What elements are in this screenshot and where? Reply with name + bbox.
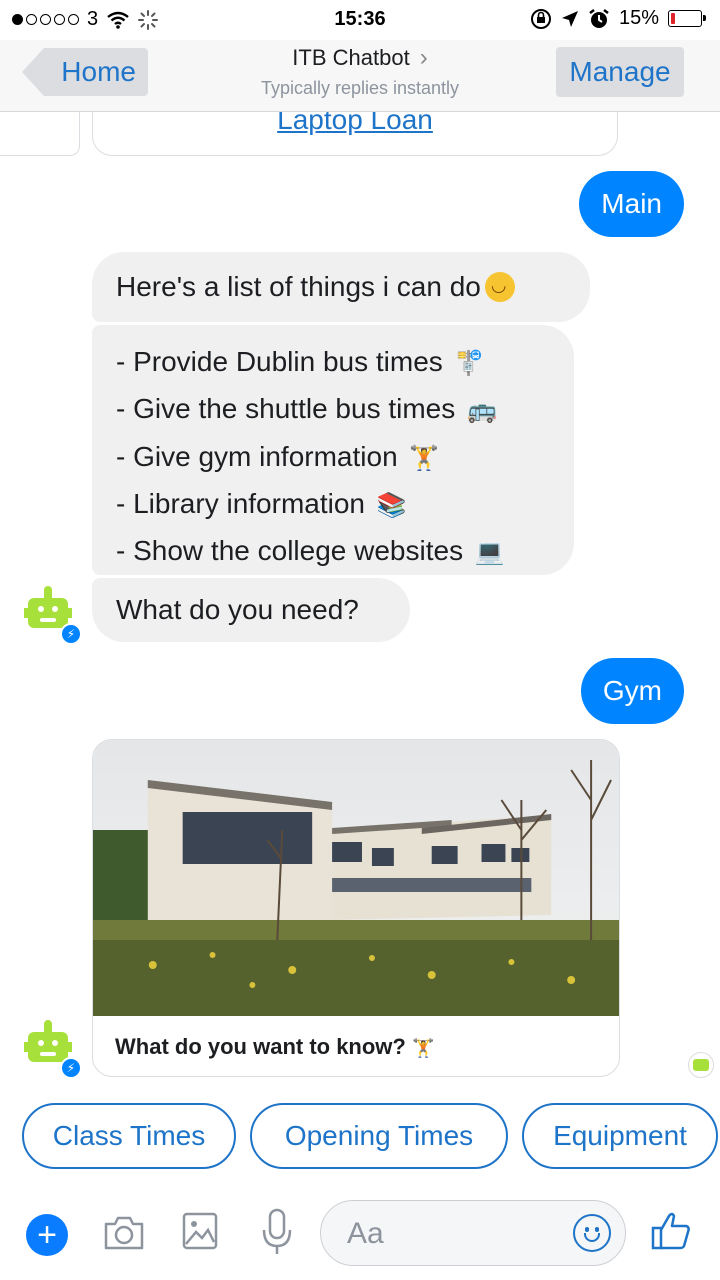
user-message-main: Main bbox=[579, 171, 684, 237]
list-item: - Show the college websites 💻 bbox=[116, 528, 550, 575]
composer: + Aa bbox=[0, 1190, 720, 1280]
gym-card-caption: What do you want to know? 🏋 bbox=[93, 1016, 619, 1076]
seen-indicator-avatar bbox=[688, 1052, 714, 1078]
chat-header: Home ITB Chatbot › Typically replies ins… bbox=[0, 40, 720, 112]
battery-icon bbox=[668, 10, 706, 27]
quick-reply-equipment[interactable]: Equipment bbox=[522, 1103, 718, 1169]
battery-level-fill bbox=[671, 13, 676, 24]
location-icon bbox=[561, 10, 578, 27]
conversation-title-block[interactable]: ITB Chatbot › Typically replies instantl… bbox=[200, 44, 520, 99]
previous-card: Laptop Loan bbox=[92, 112, 618, 156]
laptop-loan-link[interactable]: Laptop Loan bbox=[93, 112, 617, 136]
conversation-subtitle: Typically replies instantly bbox=[260, 78, 460, 98]
status-bar: 3 15:36 15% bbox=[0, 0, 720, 40]
microphone-icon[interactable] bbox=[260, 1208, 294, 1256]
gym-card[interactable]: What do you want to know? 🏋 bbox=[92, 739, 620, 1077]
status-right: 15% bbox=[530, 7, 706, 30]
list-item-text: - Library information bbox=[116, 488, 365, 520]
list-item-text: - Show the college websites bbox=[116, 535, 464, 567]
thumbs-up-icon[interactable] bbox=[650, 1210, 692, 1252]
bot-intro-text: Here's a list of things i can do bbox=[116, 271, 481, 302]
plus-icon[interactable]: + bbox=[26, 1214, 68, 1256]
computer-emoji-icon: 💻 bbox=[474, 539, 505, 567]
camera-icon[interactable] bbox=[102, 1212, 146, 1252]
bot-message-list: - Provide Dublin bus times 🚏 - Give the … bbox=[92, 325, 574, 575]
manage-button[interactable]: Manage bbox=[556, 47, 684, 97]
list-item-text: - Provide Dublin bus times bbox=[116, 346, 443, 377]
list-item: - Give the shuttle bus times 🚌 bbox=[116, 386, 550, 433]
messenger-badge-icon: ⚡ bbox=[60, 623, 82, 645]
bot-question-text: What do you need? bbox=[116, 594, 359, 625]
list-item-text: - Give the shuttle bus times bbox=[116, 393, 456, 425]
weightlifter-emoji-icon: 🏋 bbox=[411, 1038, 435, 1058]
user-message-gym: Gym bbox=[580, 658, 684, 724]
chevron-right-icon: › bbox=[419, 44, 428, 71]
list-item: - Library information 📚 bbox=[116, 481, 550, 528]
weightlifter-emoji-icon: 🏋 bbox=[409, 444, 440, 472]
card-caption-text: What do you want to know? bbox=[115, 1034, 406, 1059]
battery-percent: 15% bbox=[618, 7, 659, 29]
bus-stop-emoji-icon: 🚏 bbox=[454, 349, 485, 377]
message-list[interactable]: Laptop Loan Main Here's a list of things… bbox=[0, 112, 720, 1092]
bot-message-intro: Here's a list of things i can do bbox=[92, 252, 590, 322]
alarm-icon bbox=[589, 8, 609, 28]
gym-building-image bbox=[93, 740, 619, 1016]
home-back-button[interactable]: Home bbox=[22, 48, 148, 96]
conversation-title: ITB Chatbot bbox=[292, 45, 410, 70]
smiley-emoji-icon bbox=[484, 272, 515, 302]
image-icon[interactable] bbox=[182, 1212, 218, 1250]
quick-reply-class-times[interactable]: Class Times bbox=[22, 1103, 236, 1169]
messenger-badge-icon: ⚡ bbox=[60, 1057, 82, 1079]
list-item: - Provide Dublin bus times 🚏 bbox=[116, 339, 550, 386]
bot-message-question: What do you need? bbox=[92, 578, 410, 642]
message-input-placeholder: Aa bbox=[347, 1217, 384, 1250]
bus-emoji-icon: 🚌 bbox=[467, 397, 497, 425]
previous-card-edge bbox=[0, 112, 80, 156]
books-emoji-icon: 📚 bbox=[376, 491, 407, 519]
quick-reply-opening-times[interactable]: Opening Times bbox=[250, 1103, 508, 1169]
list-item-text: - Give gym information bbox=[116, 440, 398, 472]
rotation-lock-icon bbox=[530, 8, 551, 29]
message-input[interactable]: Aa bbox=[320, 1200, 626, 1266]
emoji-icon[interactable] bbox=[573, 1214, 611, 1252]
list-item: - Give gym information 🏋 bbox=[116, 434, 550, 481]
